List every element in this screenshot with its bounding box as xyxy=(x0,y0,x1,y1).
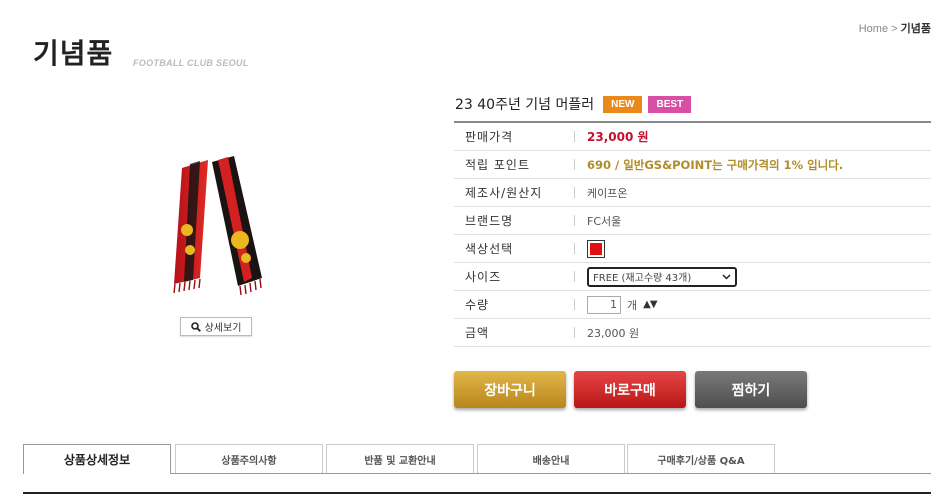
total-label: 금액 xyxy=(465,326,490,340)
page-subtitle: FOOTBALL CLUB SEOUL xyxy=(133,58,249,68)
points-value: 690 / 일반GS&POINT는 구매가격의 1% 입니다. xyxy=(587,157,844,172)
best-badge: BEST xyxy=(648,95,692,113)
tab-shipping[interactable]: 배송안내 xyxy=(477,444,625,473)
new-badge: NEW xyxy=(603,95,643,113)
total-row: 금액 23,000 원 xyxy=(454,319,931,347)
price-row: 판매가격 23,000 원 xyxy=(454,123,931,151)
chevron-down-icon xyxy=(722,273,731,280)
tab-product-notices[interactable]: 상품주의사항 xyxy=(175,444,323,473)
magnifier-icon xyxy=(190,321,201,332)
add-to-cart-button[interactable]: 장바구니 xyxy=(454,371,566,408)
brand-row: 브랜드명 FC서울 xyxy=(454,207,931,235)
color-row: 색상선택 xyxy=(454,235,931,263)
divider xyxy=(574,299,575,310)
zoom-label: 상세보기 xyxy=(204,323,242,334)
breadcrumb: Home > 기념품 xyxy=(859,20,931,36)
quantity-input[interactable]: 1 xyxy=(587,295,621,314)
quantity-unit: 개 xyxy=(627,298,638,312)
size-label: 사이즈 xyxy=(465,270,502,284)
brand-label: 브랜드명 xyxy=(465,214,514,228)
breadcrumb-current: 기념품 xyxy=(900,23,931,35)
quantity-stepper[interactable]: ▲▼ xyxy=(643,299,657,310)
size-selected-value: FREE (재고수량 43개) xyxy=(593,273,692,284)
page-title: 기념품 xyxy=(33,37,114,70)
divider xyxy=(574,243,575,254)
divider xyxy=(23,492,931,494)
color-label: 색상선택 xyxy=(465,242,514,256)
divider xyxy=(574,215,575,226)
tab-returns-exchange[interactable]: 반품 및 교환안내 xyxy=(326,444,474,473)
divider xyxy=(574,159,575,170)
maker-label: 제조사/원산지 xyxy=(465,186,543,200)
zoom-button[interactable]: 상세보기 xyxy=(180,317,252,336)
size-select[interactable]: FREE (재고수량 43개) xyxy=(587,266,737,287)
product-title-row: 23 40주년 기념 머플러 NEW BEST xyxy=(455,94,692,114)
price-value: 23,000 원 xyxy=(587,130,649,144)
divider xyxy=(574,131,575,142)
size-row: 사이즈 FREE (재고수량 43개) xyxy=(454,263,931,291)
wishlist-button[interactable]: 찜하기 xyxy=(695,371,807,408)
product-info-table: 판매가격 23,000 원 적립 포인트 690 / 일반GS&POINT는 구… xyxy=(454,121,931,347)
total-value: 23,000 원 xyxy=(587,326,640,340)
points-label: 적립 포인트 xyxy=(465,158,531,172)
buy-now-button[interactable]: 바로구매 xyxy=(574,371,686,408)
price-label: 판매가격 xyxy=(465,130,514,144)
points-row: 적립 포인트 690 / 일반GS&POINT는 구매가격의 1% 입니다. xyxy=(454,151,931,179)
color-swatch-red[interactable] xyxy=(587,239,605,258)
maker-row: 제조사/원산지 케이프온 xyxy=(454,179,931,207)
product-name: 23 40주년 기념 머플러 xyxy=(455,97,595,113)
divider xyxy=(574,187,575,198)
divider xyxy=(574,271,575,282)
quantity-row: 수량 1 개 ▲▼ xyxy=(454,291,931,319)
breadcrumb-separator: > xyxy=(891,23,898,35)
scarf-image xyxy=(173,156,262,296)
product-tabs: 상품상세정보 상품주의사항 반품 및 교환안내 배송안내 구매후기/상품 Q&A xyxy=(23,444,931,474)
tab-reviews-qna[interactable]: 구매후기/상품 Q&A xyxy=(627,444,775,473)
brand-value: FC서울 xyxy=(587,214,622,228)
breadcrumb-home[interactable]: Home xyxy=(859,23,888,35)
maker-value: 케이프온 xyxy=(587,186,628,200)
tab-product-details[interactable]: 상품상세정보 xyxy=(23,444,171,474)
quantity-label: 수량 xyxy=(465,298,490,312)
divider xyxy=(574,327,575,338)
